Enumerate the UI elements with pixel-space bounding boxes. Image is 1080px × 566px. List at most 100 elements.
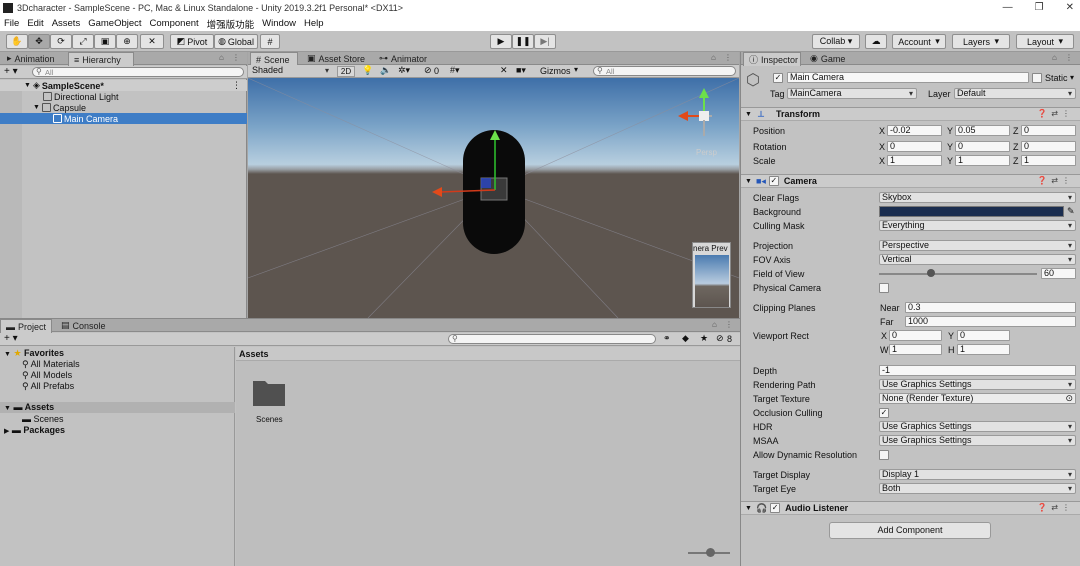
scene-viewport[interactable]: Persp nera Prev: [248, 78, 739, 318]
audio-listener-header[interactable]: ▼ 🎧 ✓ Audio Listener ❓⇄⋮: [741, 501, 1080, 515]
position-y-field[interactable]: 0.05: [955, 125, 1010, 136]
menu-help[interactable]: Help: [304, 18, 324, 29]
far-clip-field[interactable]: 1000: [905, 316, 1076, 327]
layout-dropdown[interactable]: Layout ▾: [1016, 34, 1074, 49]
expand-arrow-icon[interactable]: ▼: [24, 82, 31, 89]
audio-icon[interactable]: 🔈: [380, 65, 391, 76]
tag-dropdown[interactable]: MainCamera: [787, 88, 917, 99]
hdr-dropdown[interactable]: Use Graphics Settings: [879, 421, 1076, 432]
fov-slider-track[interactable]: [879, 273, 1037, 275]
rotation-x-field[interactable]: 0: [887, 141, 942, 152]
viewport-y-field[interactable]: 0: [957, 330, 1010, 341]
hidden-packages-icon[interactable]: ⊘: [716, 333, 724, 344]
tab-scene[interactable]: # Scene: [250, 52, 298, 66]
packages-folder-row[interactable]: ▶ ▬ Packages: [4, 425, 65, 435]
favorites-header[interactable]: ▼ ★ Favorites: [4, 348, 64, 359]
scale-y-field[interactable]: 1: [955, 155, 1010, 166]
menu-assets[interactable]: Assets: [52, 18, 81, 29]
favorite-star-icon[interactable]: ★: [700, 333, 708, 344]
clear-flags-dropdown[interactable]: Skybox: [879, 192, 1076, 203]
snap-icon[interactable]: #: [260, 34, 280, 49]
tab-game[interactable]: ◉ Game: [805, 52, 850, 65]
active-checkbox[interactable]: ✓: [773, 73, 783, 83]
orientation-gizmo[interactable]: Persp: [666, 86, 717, 162]
background-color-swatch[interactable]: [879, 206, 1064, 217]
scale-x-field[interactable]: 1: [887, 155, 942, 166]
hierarchy-item-capsule[interactable]: ▼ Capsule: [0, 102, 247, 113]
icon-size-slider-thumb[interactable]: [706, 548, 715, 557]
tab-inspector[interactable]: ⓘ Inspector: [743, 52, 801, 66]
collapse-arrow-icon[interactable]: ▶: [4, 428, 9, 435]
create-plus-icon[interactable]: + ▾: [4, 333, 18, 344]
hidden-objects-icon[interactable]: ⊘: [424, 65, 432, 76]
cloud-icon[interactable]: ☁: [865, 34, 887, 49]
hierarchy-search-input[interactable]: All: [32, 67, 244, 77]
hierarchy-item-directional-light[interactable]: Directional Light: [0, 91, 247, 102]
filter-label-icon[interactable]: ◆: [682, 333, 689, 344]
menu-file[interactable]: File: [4, 18, 19, 29]
occlusion-culling-checkbox[interactable]: ✓: [879, 408, 889, 418]
account-dropdown[interactable]: Account ▾: [892, 34, 946, 49]
camera-enabled-checkbox[interactable]: ✓: [768, 176, 779, 186]
collapse-arrow-icon[interactable]: ▼: [745, 505, 752, 512]
component-help-settings-icons[interactable]: ❓⇄⋮: [1037, 109, 1074, 118]
pivot-button[interactable]: ◩ Pivot: [170, 34, 214, 49]
x-axis-arrow-icon[interactable]: [432, 187, 442, 197]
expand-arrow-icon[interactable]: ▼: [33, 104, 40, 111]
static-dropdown-icon[interactable]: ▾: [1070, 73, 1074, 82]
object-name-field[interactable]: Main Camera: [787, 72, 1029, 83]
favorite-all-prefabs[interactable]: ⚲ All Prefabs: [22, 381, 74, 392]
tab-animation[interactable]: ▸ Animation: [2, 52, 60, 65]
pane-menu-icon[interactable]: ⌂ ⋮: [711, 53, 735, 62]
viewport-w-field[interactable]: 1: [889, 344, 942, 355]
msaa-dropdown[interactable]: Use Graphics Settings: [879, 435, 1076, 446]
rotate-tool-icon[interactable]: ⟳: [50, 34, 72, 49]
menu-component[interactable]: Component: [150, 18, 199, 29]
assets-folder-row[interactable]: ▼ ▬ Assets: [0, 402, 235, 413]
hierarchy-item-main-camera[interactable]: Main Camera: [0, 113, 247, 124]
gizmos-arrow-icon[interactable]: ▾: [574, 65, 578, 74]
grid-visibility-icon[interactable]: #▾: [450, 65, 460, 76]
custom-tool-icon[interactable]: ✕: [140, 34, 164, 49]
move-tool-icon[interactable]: ✥: [28, 34, 50, 49]
fov-axis-dropdown[interactable]: Vertical: [879, 254, 1076, 265]
audio-listener-checkbox[interactable]: ✓: [770, 503, 781, 513]
tools-icon[interactable]: ✕: [500, 65, 508, 76]
tab-asset-store[interactable]: ▣ Asset Store: [302, 52, 370, 65]
scenes-folder-tile[interactable]: [252, 377, 286, 407]
dynamic-resolution-checkbox[interactable]: [879, 450, 889, 460]
close-icon[interactable]: ✕: [1066, 2, 1074, 13]
2d-toggle[interactable]: 2D: [337, 66, 355, 77]
minimize-icon[interactable]: —: [1003, 2, 1013, 13]
breadcrumb[interactable]: Assets: [236, 347, 740, 361]
effects-icon[interactable]: ✲▾: [398, 65, 410, 76]
step-button[interactable]: ▶|: [534, 34, 556, 49]
filter-type-icon[interactable]: ⚭: [663, 333, 671, 344]
target-texture-field[interactable]: None (Render Texture) ⊙: [879, 393, 1076, 404]
rendering-path-dropdown[interactable]: Use Graphics Settings: [879, 379, 1076, 390]
expand-arrow-icon[interactable]: ▼: [4, 351, 11, 358]
depth-field[interactable]: -1: [879, 365, 1076, 376]
pane-menu-icon[interactable]: ⌂ ⋮: [219, 53, 243, 62]
create-plus-icon[interactable]: + ▾: [4, 66, 18, 77]
pause-button[interactable]: ❚❚: [512, 34, 534, 49]
layers-dropdown[interactable]: Layers ▾: [952, 34, 1010, 49]
favorite-all-models[interactable]: ⚲ All Models: [22, 370, 72, 381]
near-clip-field[interactable]: 0.3: [905, 302, 1076, 313]
target-eye-dropdown[interactable]: Both: [879, 483, 1076, 494]
global-button[interactable]: ◍ Global: [214, 34, 258, 49]
expand-arrow-icon[interactable]: ▼: [4, 405, 11, 412]
favorite-all-materials[interactable]: ⚲ All Materials: [22, 359, 80, 370]
maximize-icon[interactable]: ❐: [1035, 2, 1044, 13]
menu-gameobject[interactable]: GameObject: [88, 18, 141, 29]
tab-project[interactable]: ▬ Project: [0, 319, 52, 333]
tab-console[interactable]: ▤ Console: [56, 319, 111, 332]
object-picker-icon[interactable]: ⊙: [1065, 394, 1073, 403]
menu-edit[interactable]: Edit: [27, 18, 43, 29]
move-gizmo-plane-handle[interactable]: [481, 178, 491, 188]
collapse-arrow-icon[interactable]: ▼: [745, 111, 752, 118]
collapse-arrow-icon[interactable]: ▼: [745, 178, 752, 185]
scene-search-input[interactable]: All: [593, 66, 736, 76]
collab-button[interactable]: Collab ▾: [812, 34, 860, 49]
tab-hierarchy[interactable]: ≡ Hierarchy: [68, 52, 134, 66]
